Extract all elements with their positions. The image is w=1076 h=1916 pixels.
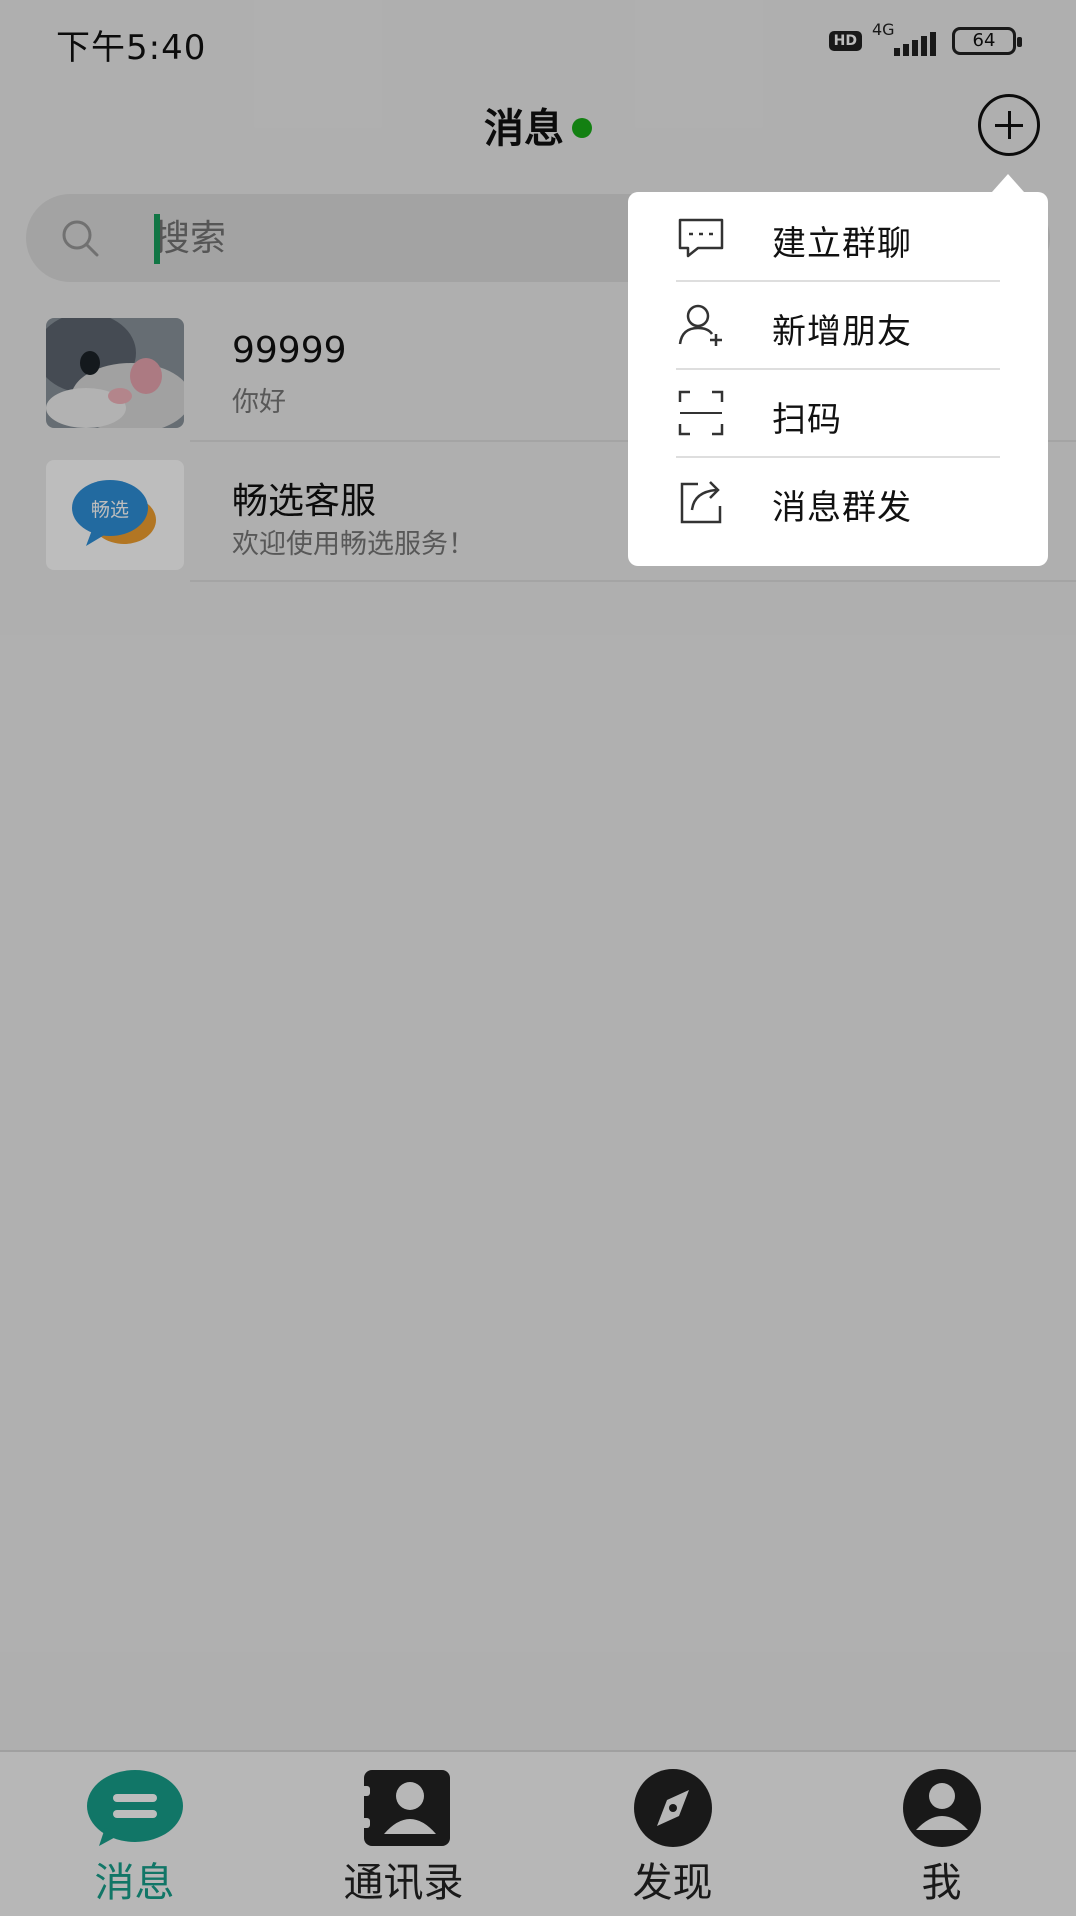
scan-icon [678, 390, 724, 436]
menu-item-label: 新增朋友 [772, 312, 912, 352]
chat-bubble-icon [678, 218, 724, 258]
menu-item-broadcast[interactable]: 消息群发 [676, 458, 1000, 546]
menu-item-label: 扫码 [772, 400, 842, 440]
menu-item-create-group[interactable]: 建立群聊 [676, 194, 1000, 282]
share-icon [680, 481, 722, 524]
menu-item-label: 建立群聊 [772, 224, 912, 264]
menu-item-label: 消息群发 [772, 488, 912, 528]
menu-item-add-friend[interactable]: 新增朋友 [676, 282, 1000, 370]
menu-item-scan[interactable]: 扫码 [676, 370, 1000, 458]
popup-menu: 建立群聊 新增朋友 扫码 消息群发 [628, 174, 1048, 566]
add-friend-icon [678, 304, 722, 346]
